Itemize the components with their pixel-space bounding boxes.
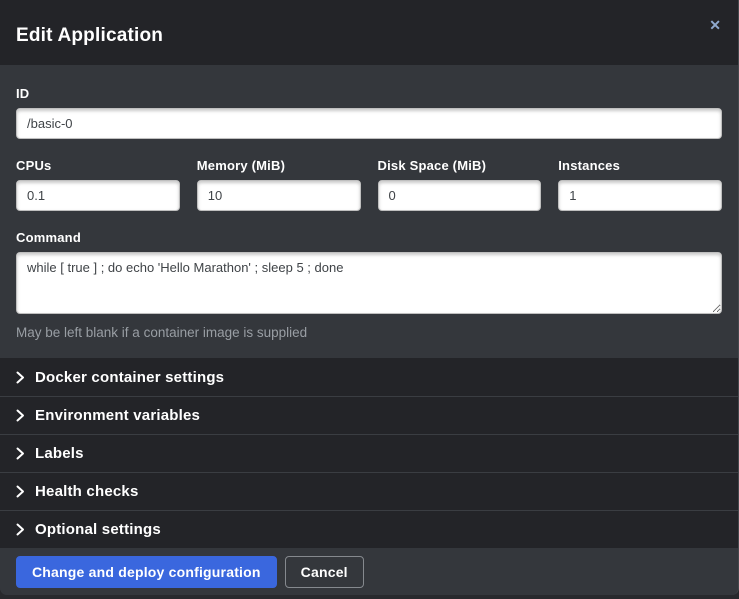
section-labels[interactable]: Labels	[0, 434, 738, 472]
close-icon[interactable]: ✕	[707, 16, 723, 34]
section-label: Optional settings	[35, 521, 161, 538]
change-and-deploy-button[interactable]: Change and deploy configuration	[16, 556, 277, 588]
resources-row: CPUs Memory (MiB) Disk Space (MiB) Insta…	[16, 158, 722, 211]
modal-footer: Change and deploy configuration Cancel	[0, 548, 738, 595]
id-field-group: ID	[16, 86, 722, 139]
instances-label: Instances	[558, 158, 722, 173]
section-optional-settings[interactable]: Optional settings	[0, 510, 738, 548]
instances-field-group: Instances	[558, 158, 722, 211]
section-label: Docker container settings	[35, 369, 224, 386]
cpus-field-group: CPUs	[16, 158, 180, 211]
disk-input[interactable]	[378, 180, 542, 211]
section-label: Health checks	[35, 483, 138, 500]
command-textarea[interactable]: while [ true ] ; do echo 'Hello Marathon…	[16, 252, 722, 314]
collapsible-sections: Docker container settings Environment va…	[0, 358, 738, 548]
section-label: Labels	[35, 445, 84, 462]
modal-title: Edit Application	[16, 25, 163, 47]
disk-label: Disk Space (MiB)	[378, 158, 542, 173]
chevron-right-icon	[16, 409, 25, 422]
command-field-group: Command while [ true ] ; do echo 'Hello …	[16, 230, 722, 340]
section-docker-container-settings[interactable]: Docker container settings	[0, 358, 738, 396]
edit-application-form: ID CPUs Memory (MiB) Disk Space (MiB) In…	[0, 65, 738, 358]
command-help-text: May be left blank if a container image i…	[16, 325, 722, 340]
cpus-label: CPUs	[16, 158, 180, 173]
command-label: Command	[16, 230, 722, 245]
memory-input[interactable]	[197, 180, 361, 211]
cancel-button[interactable]: Cancel	[285, 556, 364, 588]
instances-input[interactable]	[558, 180, 722, 211]
disk-field-group: Disk Space (MiB)	[378, 158, 542, 211]
section-environment-variables[interactable]: Environment variables	[0, 396, 738, 434]
edit-application-modal: Edit Application ✕ ID CPUs Memory (MiB) …	[0, 0, 739, 595]
memory-label: Memory (MiB)	[197, 158, 361, 173]
modal-header: Edit Application ✕	[0, 0, 738, 65]
section-label: Environment variables	[35, 407, 200, 424]
id-label: ID	[16, 86, 722, 101]
cpus-input[interactable]	[16, 180, 180, 211]
id-input[interactable]	[16, 108, 722, 139]
memory-field-group: Memory (MiB)	[197, 158, 361, 211]
chevron-right-icon	[16, 371, 25, 384]
chevron-right-icon	[16, 523, 25, 536]
section-health-checks[interactable]: Health checks	[0, 472, 738, 510]
chevron-right-icon	[16, 485, 25, 498]
chevron-right-icon	[16, 447, 25, 460]
